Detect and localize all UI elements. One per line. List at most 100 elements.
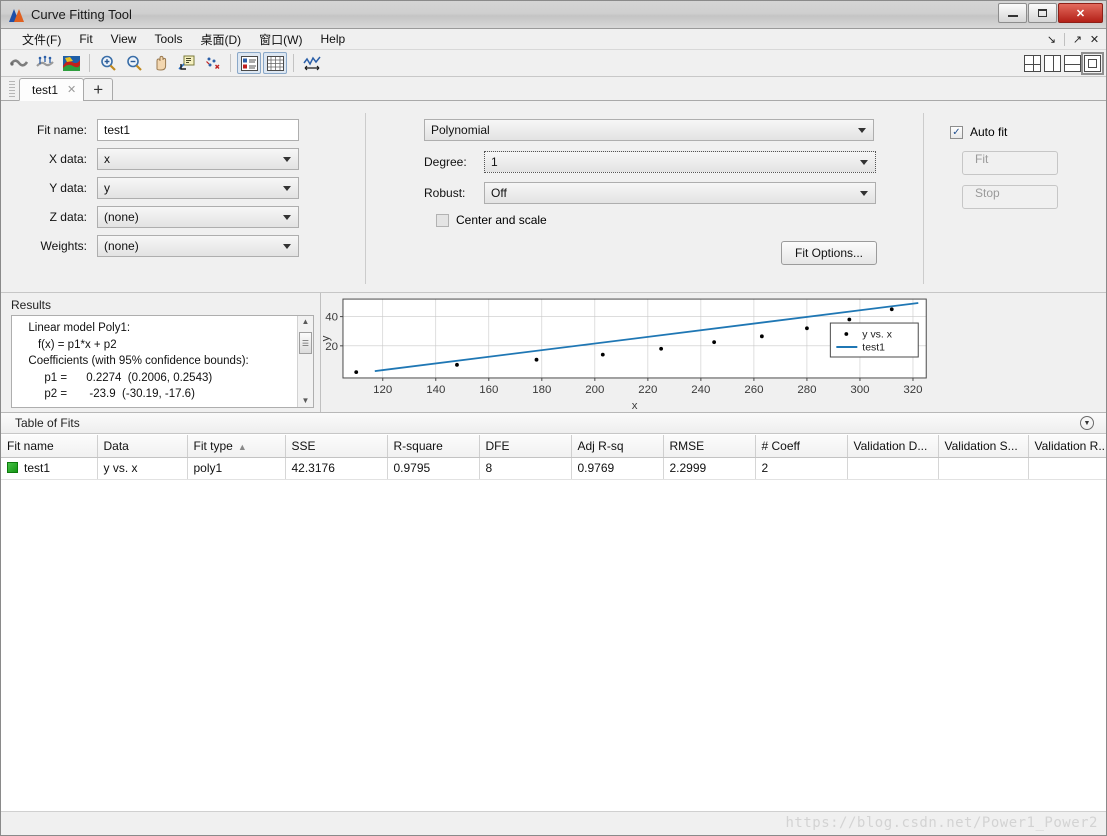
toolbar-divider-2: [230, 54, 231, 72]
fit-type-select[interactable]: Polynomial: [424, 119, 874, 141]
y-axis-label: y: [321, 335, 332, 341]
weights-value: (none): [104, 239, 139, 253]
chevron-down-icon: [283, 186, 291, 191]
fit-name-input[interactable]: test1: [97, 119, 299, 141]
fit-surface-icon[interactable]: [33, 52, 57, 74]
x-data-select[interactable]: x: [97, 148, 299, 170]
y-data-label: Y data:: [49, 181, 87, 195]
minimize-button[interactable]: [998, 3, 1027, 23]
stop-button[interactable]: Stop: [962, 185, 1058, 209]
fit-options-row: Fit Options...: [424, 241, 923, 265]
pan-icon[interactable]: [148, 52, 172, 74]
column-header-dfe[interactable]: DFE: [479, 435, 572, 458]
degree-select[interactable]: 1: [484, 151, 876, 173]
zoom-in-icon[interactable]: [96, 52, 120, 74]
layout-horizontal-icon[interactable]: [1064, 55, 1081, 72]
exclude-outliers-icon[interactable]: [200, 52, 224, 74]
y-data-select[interactable]: y: [97, 177, 299, 199]
y-data-row: Y data: y: [25, 177, 365, 199]
weights-row: Weights: (none): [25, 235, 365, 257]
y-data-value: y: [104, 181, 110, 195]
column-header-validation-r[interactable]: Validation R...: [1028, 435, 1106, 458]
results-pane: Results Linear model Poly1: f(x) = p1*x …: [1, 293, 321, 412]
layout-quad-icon[interactable]: [1024, 55, 1041, 72]
data-point: [889, 307, 894, 312]
z-data-value: (none): [104, 210, 139, 224]
menu-close-icon[interactable]: ✕: [1087, 32, 1102, 47]
legend-marker-scatter: [844, 332, 849, 336]
fit-button[interactable]: Fit: [962, 151, 1058, 175]
results-scrollbar[interactable]: ▲ ▼ ☰: [297, 316, 313, 407]
column-header-data[interactable]: Data: [97, 435, 188, 458]
x-tick-label: 280: [797, 384, 816, 396]
menu-bar-actions: ↘ ↗ ✕: [1044, 29, 1102, 50]
menu-popout-icon[interactable]: ↗: [1070, 32, 1085, 47]
data-point: [759, 334, 764, 339]
menu-file[interactable]: 文件(F): [13, 29, 70, 50]
zoom-out-icon[interactable]: [122, 52, 146, 74]
expand-panel-icon[interactable]: ▼: [1080, 416, 1094, 430]
maximize-button[interactable]: [1028, 3, 1057, 23]
legend-label-scatter: y vs. x: [862, 330, 892, 341]
fit-setup-panel: Fit name: test1 X data: x Y data: y Z da…: [1, 101, 1106, 293]
menu-tools[interactable]: Tools: [145, 30, 191, 48]
menu-view[interactable]: View: [102, 30, 146, 48]
data-point: [534, 357, 539, 362]
menu-divider: [1064, 33, 1065, 46]
table-cell-rmse: 2.2999: [663, 457, 756, 480]
legend-toggle-icon[interactable]: [237, 52, 261, 74]
weights-select[interactable]: (none): [97, 235, 299, 257]
menu-window[interactable]: 窗口(W): [250, 29, 311, 50]
fits-table: Fit name Data Fit type ▲ SSE R-square DFE Adj R…: [1, 435, 1106, 480]
fit-plot[interactable]: 120 140 160 180 200 220 240 260 280 300 320 20 40 x y y…: [320, 293, 1106, 413]
layout-single-icon[interactable]: [1081, 52, 1104, 75]
data-cursor-icon[interactable]: [174, 52, 198, 74]
column-header-rmse[interactable]: RMSE: [663, 435, 756, 458]
robust-label: Robust:: [424, 186, 466, 200]
menu-fit[interactable]: Fit: [70, 30, 101, 48]
close-button[interactable]: ✕: [1058, 3, 1103, 23]
tab-drag-handle[interactable]: [9, 81, 15, 99]
column-header-validation-s[interactable]: Validation S...: [938, 435, 1029, 458]
scroll-down-icon[interactable]: ▼: [302, 397, 310, 405]
scrollbar-thumb[interactable]: ☰: [299, 332, 312, 354]
tab-close-icon[interactable]: ✕: [67, 83, 76, 96]
grid-toggle-icon[interactable]: [263, 52, 287, 74]
x-tick-label: 240: [691, 384, 710, 396]
column-header-validation-d[interactable]: Validation D...: [847, 435, 939, 458]
column-header-fit-name[interactable]: Fit name: [1, 435, 98, 458]
table-cell-adj-r-sq: 0.9769: [571, 457, 664, 480]
layout-vertical-icon[interactable]: [1044, 55, 1061, 72]
center-scale-checkbox[interactable]: [436, 213, 449, 227]
toolbar-divider-1: [89, 54, 90, 72]
fit-curve-icon[interactable]: [7, 52, 31, 74]
column-header-r-square[interactable]: R-square: [387, 435, 480, 458]
center-scale-row[interactable]: Center and scale: [436, 213, 923, 227]
column-header-adj-r-sq[interactable]: Adj R-sq: [571, 435, 664, 458]
robust-select[interactable]: Off: [484, 182, 876, 204]
menu-undock-icon[interactable]: ↘: [1044, 32, 1059, 47]
z-data-select[interactable]: (none): [97, 206, 299, 228]
sort-ascending-icon: ▲: [237, 441, 247, 452]
chevron-down-icon: [858, 128, 866, 133]
add-fit-tab-button[interactable]: +: [83, 78, 114, 101]
menu-desktop[interactable]: 桌面(D): [191, 29, 250, 50]
scroll-up-icon[interactable]: ▲: [302, 318, 310, 326]
plot-legend[interactable]: y vs. x test1: [829, 322, 919, 358]
auto-fit-checkbox[interactable]: ✓: [950, 125, 963, 139]
toolbar-divider-3: [293, 54, 294, 72]
column-header-fit-type[interactable]: Fit type ▲: [187, 435, 286, 458]
column-header--coeff[interactable]: # Coeff: [755, 435, 848, 458]
fit-plot-pane[interactable]: 120 140 160 180 200 220 240 260 280 300 320 20 40 x y y…: [320, 293, 1106, 413]
tab-test1[interactable]: test1 ✕: [19, 78, 85, 101]
auto-fit-row[interactable]: ✓ Auto fit: [950, 125, 1106, 139]
table-row[interactable]: test1 y vs. x poly1 42.3176 0.9795 8 0.9769 2.2…: [1, 457, 1106, 480]
menu-help[interactable]: Help: [311, 30, 354, 48]
fit-options-button[interactable]: Fit Options...: [781, 241, 877, 265]
axes-limits-icon[interactable]: [300, 52, 324, 74]
table-cell-sse: 42.3176: [285, 457, 388, 480]
colormap-icon[interactable]: [59, 52, 83, 74]
fit-actions-column: ✓ Auto fit Fit Stop: [924, 101, 1106, 292]
results-text: Linear model Poly1: f(x) = p1*x + p2 Coe…: [28, 322, 249, 400]
column-header-sse[interactable]: SSE: [285, 435, 388, 458]
